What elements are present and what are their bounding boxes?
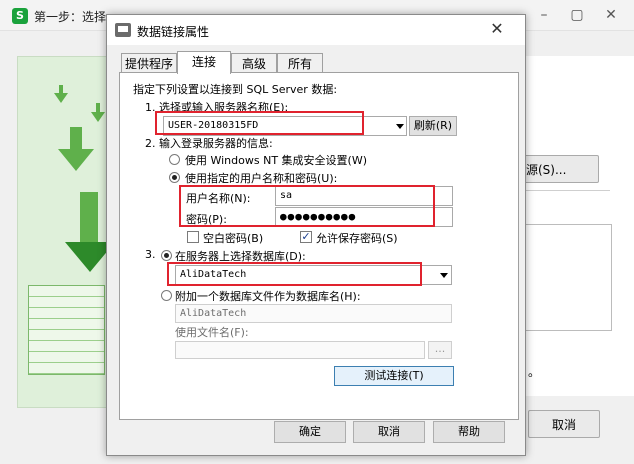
attach-file-radio[interactable]	[161, 290, 172, 301]
database-combobox[interactable]: AliDataTech	[175, 265, 452, 285]
step3-number: 3.	[145, 248, 156, 261]
dialog-titlebar: 数据链接属性 ✕	[107, 15, 525, 45]
background-separator	[525, 190, 610, 191]
attach-name-field[interactable]: AliDataTech	[175, 304, 452, 323]
maximize-icon[interactable]: ▢	[568, 6, 586, 24]
refresh-button[interactable]: 刷新(R)	[409, 116, 457, 136]
username-value: sa	[280, 190, 293, 201]
nt-security-label[interactable]: 使用 Windows NT 集成安全设置(W)	[185, 152, 367, 168]
server-name-combobox[interactable]: USER-20180315FD	[163, 116, 407, 136]
username-label: 用户名称(N):	[186, 192, 251, 205]
small-arrow-icon-2	[91, 112, 105, 122]
tab-all[interactable]: 所有	[277, 53, 323, 73]
arrow-stem	[59, 85, 63, 94]
minimize-icon[interactable]: –	[535, 6, 553, 24]
medium-arrow-icon	[58, 149, 94, 171]
tab-connection[interactable]: 连接	[177, 51, 231, 74]
password-value: ●●●●●●●●●●	[280, 210, 357, 223]
username-password-label[interactable]: 使用指定的用户名称和密码(U):	[185, 170, 337, 186]
tab-advanced[interactable]: 高级	[231, 53, 277, 73]
arrow-stem-4	[80, 192, 98, 242]
ok-button[interactable]: 确定	[274, 421, 346, 443]
nt-security-radio[interactable]	[169, 154, 180, 165]
allow-save-password-label[interactable]: 允许保存密码(S)	[316, 230, 398, 246]
close-icon[interactable]: ✕	[602, 6, 620, 24]
chevron-down-icon-2[interactable]	[440, 273, 448, 278]
background-cancel-button[interactable]: 取消	[528, 410, 600, 438]
small-arrow-icon	[54, 93, 68, 103]
attach-name-value: AliDataTech	[180, 308, 247, 319]
username-field[interactable]: sa	[275, 186, 453, 206]
intro-text: 指定下列设置以连接到 SQL Server 数据:	[133, 83, 338, 96]
server-name-label: 1. 选择或输入服务器名称(E):	[145, 101, 289, 114]
server-name-value: USER-20180315FD	[168, 120, 259, 131]
password-label: 密码(P):	[186, 213, 227, 226]
spreadsheet-grid-icon	[28, 285, 105, 375]
password-field[interactable]: ●●●●●●●●●●	[275, 207, 453, 227]
wizard-illustration	[17, 56, 115, 408]
attach-file-label[interactable]: 附加一个数据库文件作为数据库名(H):	[175, 288, 361, 304]
login-info-label: 2. 输入登录服务器的信息:	[145, 137, 273, 150]
chevron-down-icon[interactable]	[396, 124, 404, 129]
use-filename-label: 使用文件名(F):	[175, 326, 249, 339]
test-connection-button[interactable]: 测试连接(T)	[334, 366, 454, 386]
data-link-icon	[115, 23, 131, 37]
dialog-title: 数据链接属性	[137, 25, 210, 39]
spreadsheet-app-icon: S	[12, 8, 28, 24]
allow-save-password-checkbox[interactable]: ✓	[300, 231, 312, 243]
blank-password-checkbox[interactable]	[187, 231, 199, 243]
background-window-title: 第一步：选择	[34, 10, 107, 24]
data-source-button[interactable]: 源(S)...	[515, 155, 599, 183]
background-status-text: 。	[528, 365, 541, 379]
blank-password-label[interactable]: 空白密码(B)	[203, 230, 263, 246]
dialog-close-icon[interactable]: ✕	[475, 16, 519, 42]
background-listbox[interactable]	[525, 224, 612, 331]
select-database-radio[interactable]	[161, 250, 172, 261]
arrow-stem-3	[70, 127, 82, 149]
tab-provider[interactable]: 提供程序	[121, 53, 177, 73]
data-link-properties-dialog: 数据链接属性 ✕ 提供程序 连接 高级 所有 指定下列设置以连接到 SQL Se…	[106, 14, 526, 456]
cancel-button[interactable]: 取消	[353, 421, 425, 443]
database-value: AliDataTech	[180, 269, 247, 280]
browse-button[interactable]: ...	[428, 341, 452, 359]
arrow-stem-2	[96, 103, 100, 113]
select-database-label[interactable]: 在服务器上选择数据库(D):	[175, 248, 306, 264]
filename-field[interactable]	[175, 341, 425, 359]
username-password-radio[interactable]	[169, 172, 180, 183]
help-button[interactable]: 帮助	[433, 421, 505, 443]
